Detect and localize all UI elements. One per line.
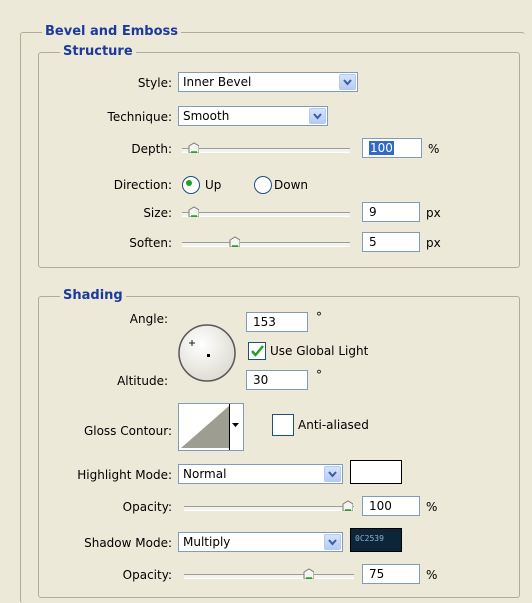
technique-dropdown[interactable]: Smooth [178, 106, 328, 126]
chevron-down-icon[interactable] [324, 466, 341, 482]
highlight-mode-dropdown[interactable]: Normal [178, 464, 343, 484]
highlight-opacity-slider-thumb[interactable] [342, 500, 353, 511]
altitude-input[interactable]: 30 [246, 370, 308, 390]
angle-unit: ° [316, 310, 322, 324]
size-label: Size: [143, 206, 172, 220]
anti-aliased-label[interactable]: Anti-aliased [298, 418, 369, 432]
chevron-down-icon [232, 423, 239, 427]
shadow-mode-value: Multiply [183, 535, 231, 549]
shadow-opacity-label: Opacity: [122, 568, 172, 582]
size-value: 9 [369, 205, 377, 219]
angle-dial[interactable] [176, 322, 238, 384]
angle-input[interactable]: 153 [246, 312, 308, 332]
depth-value: 100 [369, 141, 394, 155]
size-slider-track[interactable] [182, 212, 350, 217]
soften-value: 5 [369, 235, 377, 249]
shadow-color-swatch[interactable]: 0C2539 [350, 528, 402, 552]
highlight-opacity-value: 100 [369, 499, 392, 513]
depth-slider-track[interactable] [182, 148, 350, 153]
gloss-contour-label: Gloss Contour: [83, 424, 172, 438]
shading-group [38, 296, 520, 598]
shadow-opacity-unit: % [426, 568, 438, 582]
soften-unit: px [426, 236, 441, 250]
anti-aliased-checkbox[interactable] [272, 414, 294, 436]
structure-title: Structure [60, 44, 136, 59]
technique-label: Technique: [107, 110, 172, 124]
direction-label: Direction: [113, 178, 172, 192]
gloss-contour-picker[interactable] [178, 403, 244, 451]
angle-label: Angle: [129, 312, 168, 326]
depth-slider-thumb[interactable] [188, 142, 200, 153]
contour-dropdown-button[interactable] [229, 404, 243, 450]
technique-value: Smooth [183, 109, 230, 123]
depth-unit: % [428, 142, 440, 156]
style-label: Style: [137, 76, 172, 90]
style-dropdown[interactable]: Inner Bevel [178, 72, 358, 92]
shadow-opacity-input[interactable]: 75 [362, 564, 420, 584]
altitude-value: 30 [253, 373, 269, 387]
size-slider-thumb[interactable] [188, 206, 200, 217]
size-input[interactable]: 9 [362, 202, 420, 222]
shadow-mode-label: Shadow Mode: [84, 536, 172, 550]
highlight-mode-label: Highlight Mode: [77, 468, 172, 482]
depth-label: Depth: [131, 142, 172, 156]
use-global-light-checkbox[interactable] [248, 342, 266, 360]
style-value: Inner Bevel [183, 75, 252, 89]
depth-input[interactable]: 100 [362, 138, 422, 158]
bevel-emboss-title: Bevel and Emboss [42, 24, 181, 39]
use-global-light-label[interactable]: Use Global Light [270, 344, 368, 358]
shadow-color-code: 0C2539 [355, 534, 384, 543]
angle-value: 153 [253, 315, 276, 329]
altitude-unit: ° [316, 368, 322, 382]
highlight-opacity-label: Opacity: [122, 500, 172, 514]
highlight-opacity-slider-track[interactable] [184, 506, 354, 511]
shadow-opacity-slider-thumb[interactable] [303, 568, 314, 579]
altitude-label: Altitude: [117, 374, 168, 388]
highlight-opacity-input[interactable]: 100 [362, 496, 420, 516]
soften-slider-track[interactable] [182, 242, 350, 247]
direction-down-label[interactable]: Down [274, 178, 308, 192]
checkmark-icon [251, 345, 264, 357]
highlight-opacity-unit: % [426, 500, 438, 514]
chevron-down-icon[interactable] [324, 534, 341, 550]
chevron-down-icon[interactable] [339, 74, 356, 90]
highlight-mode-value: Normal [183, 467, 227, 481]
shadow-opacity-slider-track[interactable] [184, 574, 354, 579]
direction-up-label[interactable]: Up [205, 178, 221, 192]
contour-preview-icon [181, 406, 229, 448]
soften-label: Soften: [129, 236, 172, 250]
soften-slider-thumb[interactable] [229, 236, 240, 247]
shadow-mode-dropdown[interactable]: Multiply [178, 532, 343, 552]
soften-input[interactable]: 5 [362, 232, 420, 252]
direction-down-radio[interactable] [254, 176, 272, 194]
size-unit: px [426, 206, 441, 220]
shading-title: Shading [60, 288, 126, 303]
chevron-down-icon[interactable] [309, 108, 326, 124]
direction-up-radio[interactable] [182, 176, 200, 194]
shadow-opacity-value: 75 [369, 567, 385, 581]
highlight-color-swatch[interactable] [350, 460, 402, 484]
